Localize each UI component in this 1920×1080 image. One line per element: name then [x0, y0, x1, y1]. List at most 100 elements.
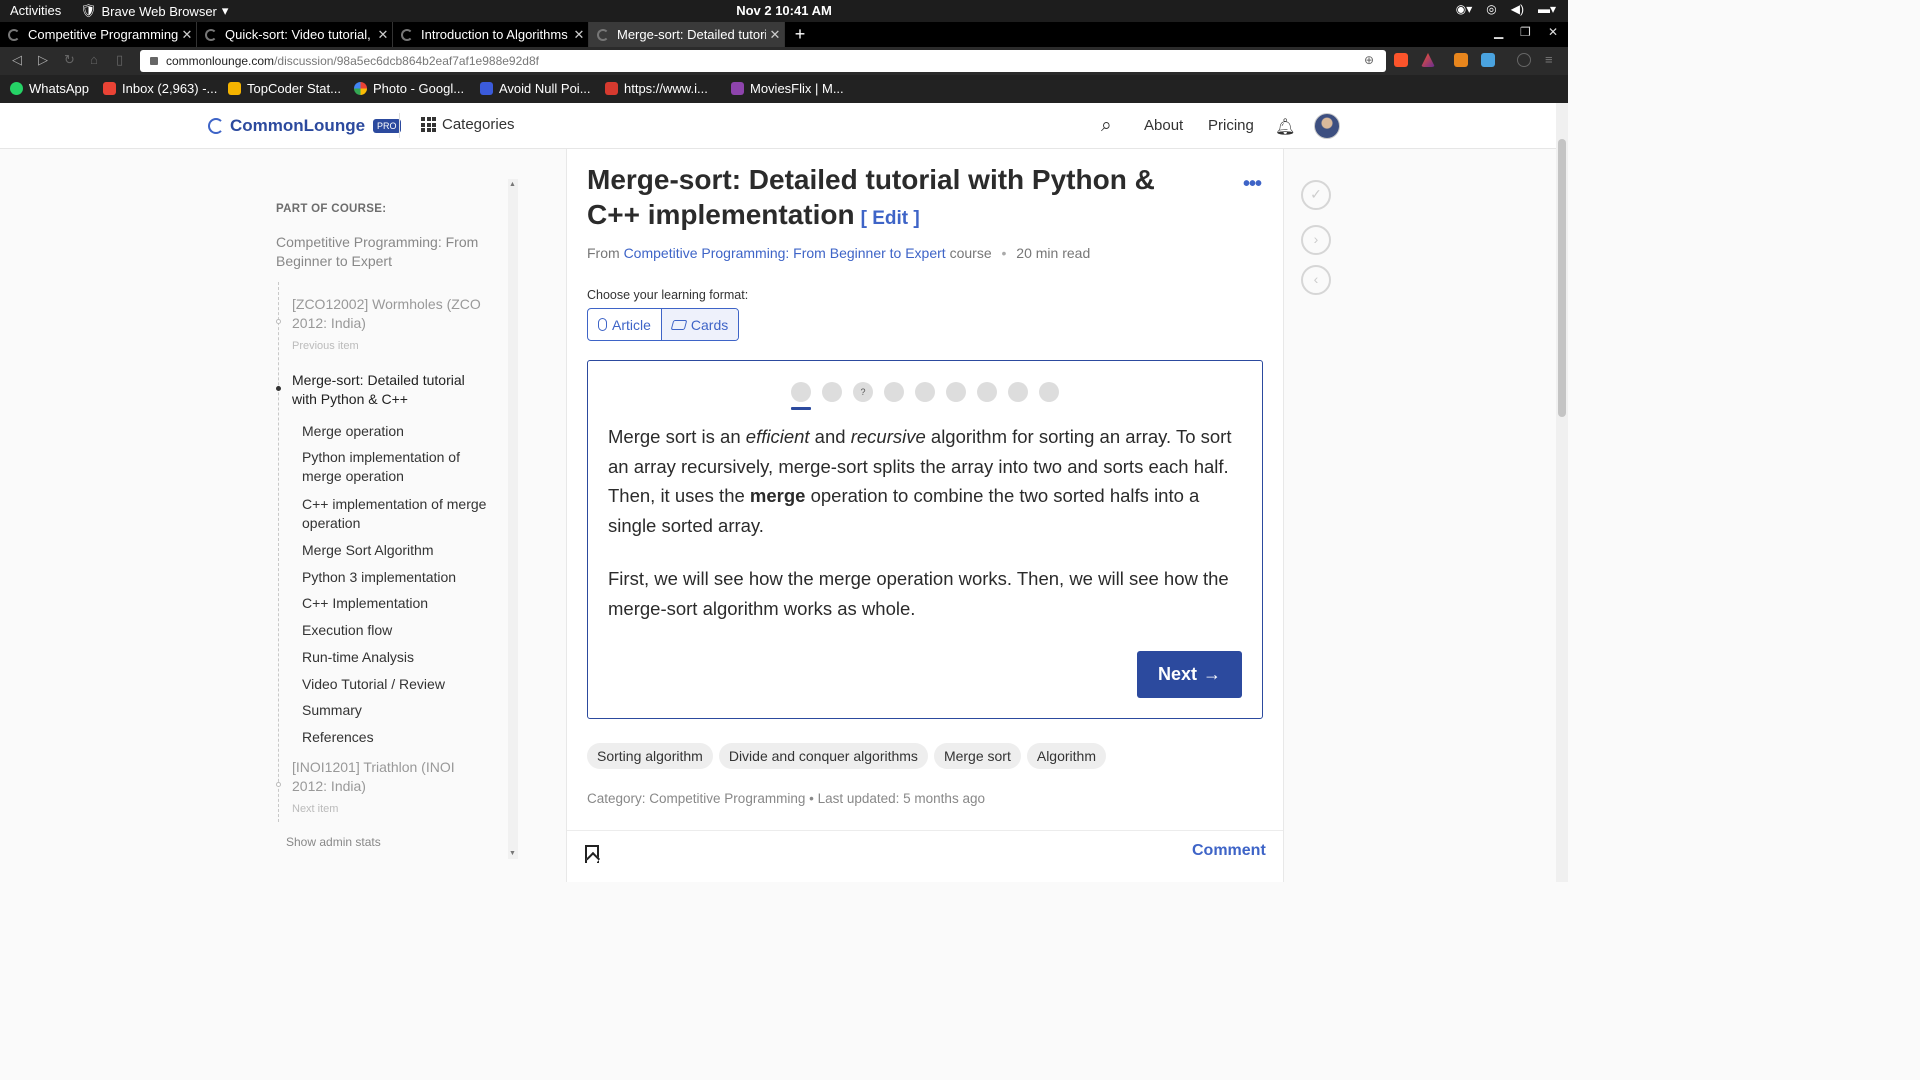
sidebar-section[interactable]: Execution flow — [302, 621, 492, 640]
cards-icon — [670, 319, 688, 330]
progress-dot[interactable] — [946, 382, 966, 402]
progress-dot[interactable] — [822, 382, 842, 402]
chevron-left-icon[interactable]: ‹ — [1301, 265, 1331, 295]
loading-icon — [597, 28, 609, 41]
tag-chip[interactable]: Merge sort — [933, 743, 1021, 769]
site-logo[interactable]: CommonLounge PRO — [208, 116, 401, 136]
bookmark-avoid-null[interactable]: Avoid Null Poi... — [480, 81, 591, 96]
scroll-down-icon[interactable]: ▼ — [509, 850, 516, 857]
edit-link[interactable]: [ Edit ] — [861, 208, 920, 229]
sidebar-section[interactable]: C++ Implementation — [302, 594, 492, 613]
progress-dot[interactable] — [1008, 382, 1028, 402]
categories-label: Categories — [442, 116, 515, 133]
scroll-up-icon[interactable]: ▲ — [509, 181, 516, 188]
restore-icon[interactable]: ❐ — [1520, 25, 1531, 39]
next-item[interactable]: [INOI1201] Triathlon (INOI 2012: India) … — [292, 758, 492, 819]
sidebar-section[interactable]: Video Tutorial / Review — [302, 675, 492, 694]
sidebar-scrollbar[interactable]: ▲ ▼ — [508, 179, 518, 859]
bookmark-moviesflix[interactable]: MoviesFlix | M... — [731, 81, 844, 96]
browser-tab[interactable]: Competitive Programming ✕ — [0, 22, 197, 47]
meta-separator: • — [1001, 245, 1007, 261]
page-scrollbar[interactable] — [1556, 103, 1568, 882]
extension-icon[interactable] — [1454, 53, 1468, 67]
current-item[interactable]: Merge-sort: Detailed tutorial with Pytho… — [292, 371, 492, 409]
progress-dot[interactable] — [977, 382, 997, 402]
close-tab-icon[interactable]: ✕ — [570, 27, 588, 43]
clock[interactable]: Nov 2 10:41 AM — [0, 3, 1568, 18]
google-photos-icon — [354, 82, 367, 95]
back-icon[interactable]: ◁ — [12, 52, 22, 68]
previous-item[interactable]: [ZCO12002] Wormholes (ZCO 2012: India) P… — [292, 295, 492, 356]
avatar[interactable] — [1314, 113, 1340, 139]
pen-extension-icon[interactable] — [1481, 53, 1495, 67]
sidebar-section[interactable]: C++ implementation of merge operation — [302, 495, 492, 533]
previous-item-title: [ZCO12002] Wormholes (ZCO 2012: India) — [292, 296, 481, 331]
progress-dot-current[interactable] — [791, 382, 811, 410]
course-link[interactable]: Competitive Programming: From Beginner t… — [624, 245, 946, 261]
new-tab-icon[interactable]: + — [792, 22, 808, 47]
scrollbar-thumb[interactable] — [1558, 139, 1566, 417]
brave-shields-icon[interactable] — [1394, 53, 1408, 67]
close-tab-icon[interactable]: ✕ — [374, 27, 392, 43]
browser-tab-active[interactable]: Merge-sort: Detailed tutori ✕ — [589, 22, 785, 47]
bookmark-page-icon[interactable]: ▯ — [116, 52, 123, 68]
zoom-icon[interactable]: ⊕ — [1364, 53, 1374, 67]
comment-button[interactable]: Comment — [1192, 842, 1266, 860]
sidebar-section[interactable]: Run-time Analysis — [302, 648, 492, 667]
tab-strip: Competitive Programming ✕ Quick-sort: Vi… — [0, 22, 1568, 47]
sidebar-section[interactable]: Merge Sort Algorithm — [302, 541, 492, 560]
minimize-icon[interactable]: ▁ — [1494, 25, 1503, 39]
accessibility-icon: ◉▾ — [1455, 2, 1473, 16]
next-button[interactable]: Next → — [1137, 651, 1242, 698]
bookmark-icon[interactable] — [585, 845, 599, 863]
profile-icon[interactable] — [1517, 53, 1531, 67]
article-format-button[interactable]: Article — [588, 309, 661, 340]
progress-dot[interactable] — [915, 382, 935, 402]
pricing-link[interactable]: Pricing — [1208, 117, 1254, 134]
more-options-icon[interactable]: ••• — [1243, 173, 1262, 196]
browser-tab[interactable]: Introduction to Algorithms ✕ — [393, 22, 589, 47]
bookmark-google-photos[interactable]: Photo - Googl... — [354, 81, 464, 96]
progress-dot[interactable] — [1039, 382, 1059, 402]
reload-icon[interactable]: ↻ — [64, 52, 75, 68]
bookmark-topcoder[interactable]: TopCoder Stat... — [228, 81, 341, 96]
about-link[interactable]: About — [1144, 117, 1183, 134]
sidebar-section[interactable]: Merge operation — [302, 422, 492, 441]
bell-icon[interactable]: 🔔︎ — [1275, 117, 1295, 137]
progress-dot-quiz[interactable]: ? — [853, 382, 873, 402]
tag-chip[interactable]: Sorting algorithm — [587, 743, 713, 769]
sidebar-section[interactable]: Python 3 implementation — [302, 568, 492, 587]
url-bar[interactable]: commonlounge.com/discussion/98a5ec6dcb86… — [140, 50, 1386, 72]
window-close-icon[interactable]: ✕ — [1548, 25, 1558, 39]
sidebar-section[interactable]: References — [302, 728, 492, 747]
format-label: Choose your learning format: — [587, 288, 749, 302]
home-icon[interactable]: ⌂ — [90, 52, 98, 67]
gmail-icon — [103, 82, 116, 95]
chevron-right-icon[interactable]: › — [1301, 225, 1331, 255]
sidebar-section[interactable]: Summary — [302, 701, 492, 720]
sidebar-section[interactable]: Python implementation of merge operation — [302, 448, 492, 486]
browser-tab[interactable]: Quick-sort: Video tutorial, ✕ — [197, 22, 393, 47]
tag-chip[interactable]: Algorithm — [1026, 743, 1106, 769]
bookmark-whatsapp[interactable]: WhatsApp — [10, 81, 89, 96]
tag-chip[interactable]: Divide and conquer algorithms — [718, 743, 928, 769]
course-title-link[interactable]: Competitive Programming: From Beginner t… — [276, 233, 486, 271]
show-admin-stats-link[interactable]: Show admin stats — [286, 835, 381, 849]
progress-dot[interactable] — [884, 382, 904, 402]
close-tab-icon[interactable]: ✕ — [766, 27, 784, 43]
search-icon[interactable]: ⌕ — [1101, 115, 1112, 137]
close-tab-icon[interactable]: ✕ — [178, 27, 196, 43]
bookmarks-bar: WhatsApp Inbox (2,963) -... TopCoder Sta… — [0, 75, 1568, 103]
checkmark-icon[interactable]: ✓ — [1301, 180, 1331, 210]
eye-icon: ◎ — [1486, 2, 1497, 16]
system-tray[interactable]: ◉▾ ◎ ◀) ▬▾ — [1456, 2, 1556, 16]
pro-badge: PRO — [373, 119, 401, 133]
brave-rewards-icon[interactable] — [1421, 53, 1435, 67]
categories-menu[interactable]: Categories — [421, 116, 515, 133]
next-item-title: [INOI1201] Triathlon (INOI 2012: India) — [292, 759, 455, 794]
cards-format-button[interactable]: Cards — [660, 309, 739, 340]
menu-icon[interactable]: ≡ — [1545, 52, 1553, 67]
bookmark-url[interactable]: https://www.i... — [605, 81, 708, 96]
forward-icon[interactable]: ▷ — [38, 52, 48, 68]
bookmark-gmail[interactable]: Inbox (2,963) -... — [103, 81, 217, 96]
